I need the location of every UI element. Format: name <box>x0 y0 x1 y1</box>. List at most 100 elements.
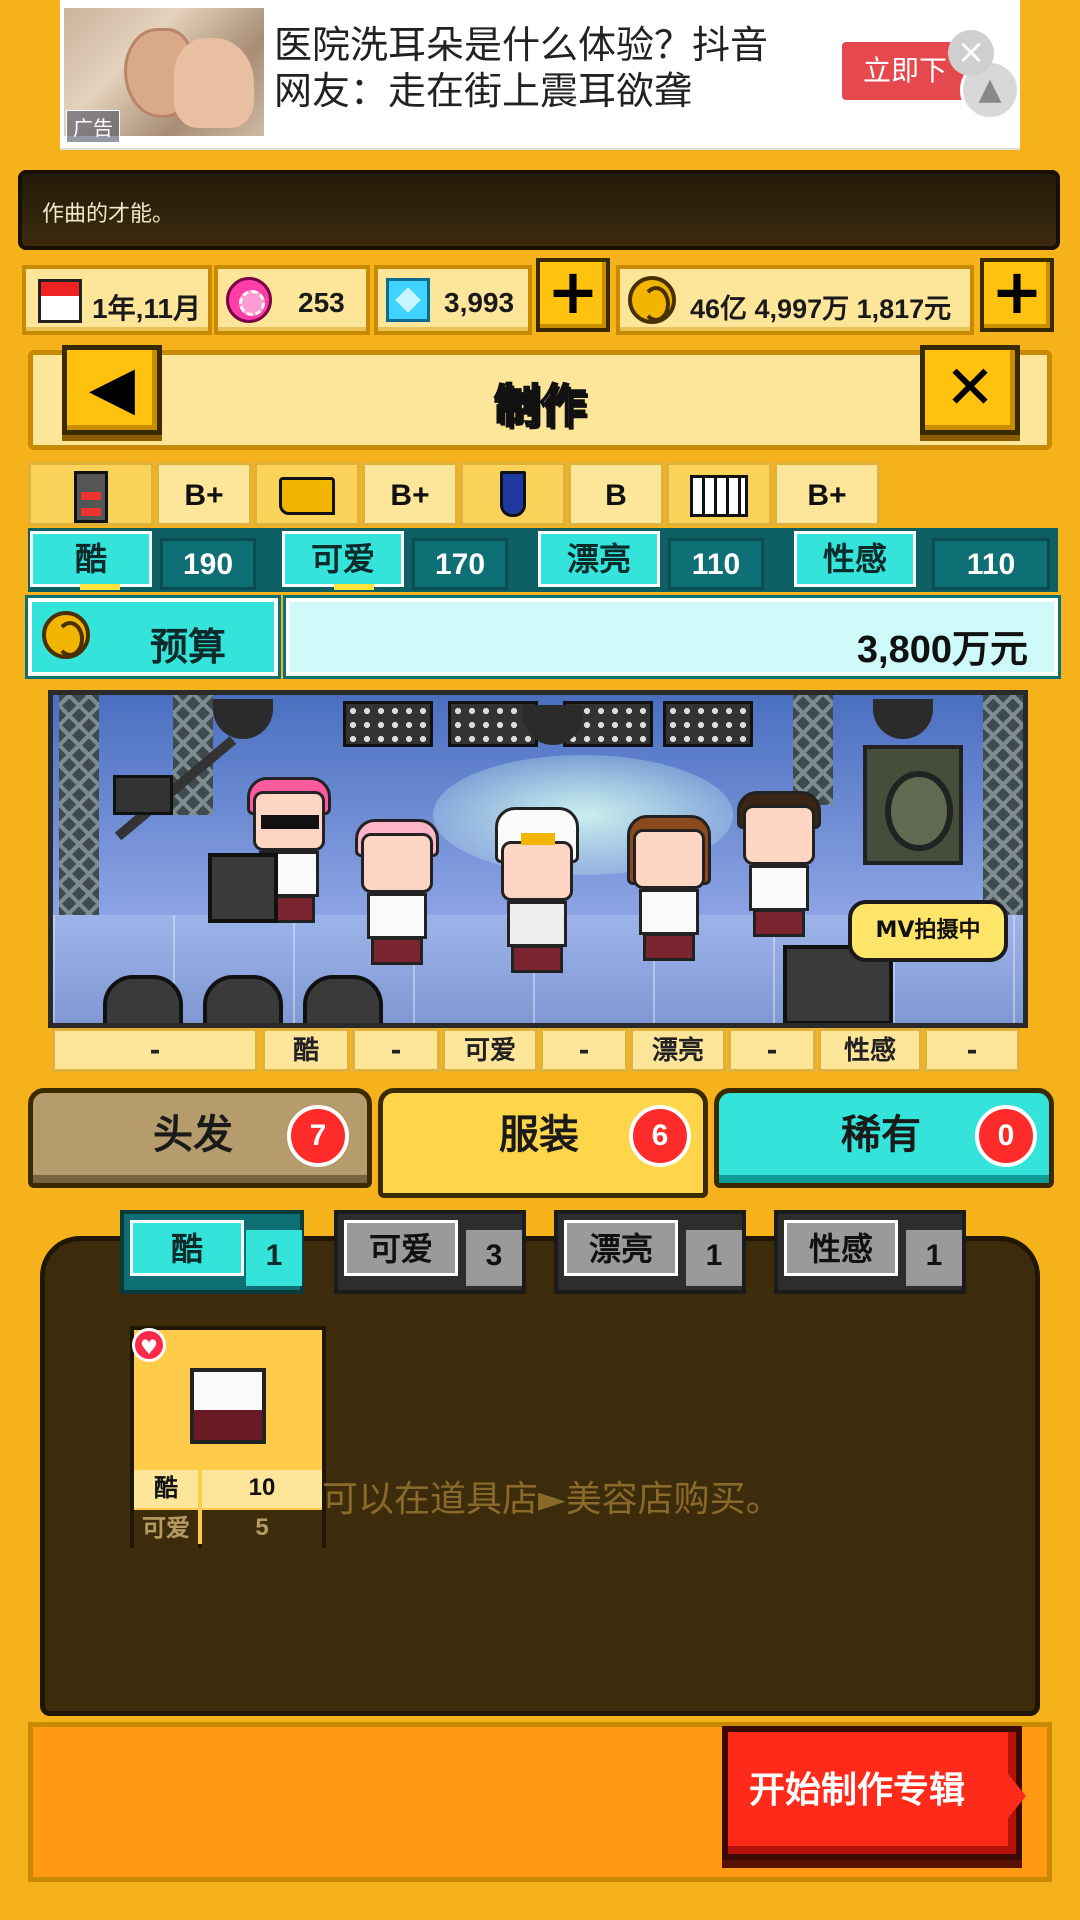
subtab-pretty-count: 1 <box>686 1230 742 1286</box>
item-stat-value: 10 <box>202 1470 322 1508</box>
item-stat-value: 5 <box>202 1510 322 1548</box>
progress-cell: 酷 <box>262 1028 350 1072</box>
progress-cell: 性感 <box>818 1028 922 1072</box>
attr-label-sexy: 性感 <box>794 531 916 587</box>
grade-lyrics: B <box>568 462 664 526</box>
mv-status-bubble: MV拍摄中 <box>848 900 1008 962</box>
tab-rare[interactable]: 稀有 0 <box>714 1088 1054 1188</box>
subtab-pretty-label: 漂亮 <box>564 1220 678 1276</box>
progress-row: - 酷 - 可爱 - 漂亮 - 性感 - <box>52 1028 1024 1074</box>
tab-outfit-badge: 6 <box>629 1105 691 1167</box>
money-display: 46亿 4,997万 1,817元 <box>616 265 974 335</box>
add-money-button[interactable]: + <box>980 258 1054 332</box>
item-stat-cool: 酷 10 <box>134 1470 322 1508</box>
coin-icon <box>42 611 90 659</box>
tab-outfit-label: 服装 <box>499 1112 579 1158</box>
message-bar: 作曲的才能。 <box>18 170 1060 250</box>
attr-value-sexy: 110 <box>932 538 1050 590</box>
item-stat-cute: 可爱 5 <box>134 1510 322 1548</box>
progress-cell: 漂亮 <box>630 1028 726 1072</box>
item-stat-label: 可爱 <box>134 1510 198 1548</box>
microphone-icon <box>28 462 154 526</box>
light-panel <box>343 701 433 747</box>
subtab-sexy-label: 性感 <box>784 1220 898 1276</box>
gem-value: 253 <box>298 287 345 318</box>
ad-headline[interactable]: 医院洗耳朵是什么体验？抖音网友：走在街上震耳欲聋 <box>274 22 774 114</box>
diamond-icon <box>386 278 430 322</box>
tab-hair-badge: 7 <box>287 1105 349 1167</box>
pencil-icon <box>460 462 566 526</box>
purchase-hint: 可以在道具店►美容店购买。 <box>322 1479 782 1520</box>
budget-row: 预算 3,800万元 <box>28 598 1058 678</box>
gem-icon <box>226 277 272 323</box>
item-card[interactable]: ♥ 酷 10 可爱 5 <box>130 1326 326 1548</box>
gem-display: 253 <box>214 265 370 335</box>
tab-rare-badge: 0 <box>975 1105 1037 1167</box>
subtab-cute[interactable]: 可爱 3 <box>334 1210 526 1294</box>
attr-value-pretty: 110 <box>668 538 764 590</box>
add-diamonds-button[interactable]: + <box>536 258 610 332</box>
speaker <box>863 745 963 865</box>
subtab-cool-count: 1 <box>246 1230 302 1286</box>
attr-value-cute: 170 <box>412 538 508 590</box>
ad-close-icon[interactable]: × <box>948 30 994 76</box>
progress-cell: - <box>728 1028 816 1072</box>
date-value: 1年,11月 <box>92 293 201 324</box>
attr-value-cool: 190 <box>160 538 256 590</box>
ad-banner[interactable]: 广告 医院洗耳朵是什么体验？抖音网友：走在街上震耳欲聋 立即下 ▲ × <box>60 0 1020 150</box>
budget-label: 预算 <box>150 625 227 669</box>
progress-cell: - <box>352 1028 440 1072</box>
tab-hair[interactable]: 头发 7 <box>28 1088 372 1188</box>
start-album-button[interactable]: 开始制作专辑 <box>722 1726 1022 1860</box>
message-text: 作曲的才能。 <box>42 202 175 227</box>
stage-light <box>203 975 283 1023</box>
piano-icon <box>666 462 772 526</box>
subtab-sexy-count: 1 <box>906 1230 962 1286</box>
grade-row: B+ B+ B B+ <box>28 462 1058 526</box>
diamond-value: 3,993 <box>444 287 515 318</box>
progress-cell: - <box>52 1028 258 1072</box>
tab-rare-label: 稀有 <box>841 1112 921 1158</box>
tab-outfit[interactable]: 服装 6 <box>378 1088 708 1198</box>
attr-label-pretty: 漂亮 <box>538 531 660 587</box>
tab-hair-label: 头发 <box>153 1112 233 1158</box>
outfit-thumbnail <box>190 1368 266 1444</box>
progress-cell: 可爱 <box>442 1028 538 1072</box>
truss-right-2 <box>793 695 833 805</box>
page-title: 制作 <box>493 378 587 434</box>
cute-indicator <box>334 584 374 590</box>
light-panel <box>663 701 753 747</box>
camera <box>113 775 173 815</box>
subtab-cool-label: 酷 <box>130 1220 244 1276</box>
progress-cell: - <box>924 1028 1020 1072</box>
subtab-cool[interactable]: 酷 1 <box>120 1210 304 1294</box>
date-display: 1年,11月 <box>22 265 212 335</box>
boot-icon <box>254 462 360 526</box>
hand-graphic <box>174 38 254 128</box>
heart-icon: ♥ <box>132 1328 166 1362</box>
subtab-cute-label: 可爱 <box>344 1220 458 1276</box>
attr-label-cute: 可爱 <box>282 531 404 587</box>
ad-label: 广告 <box>66 110 120 143</box>
subtab-pretty[interactable]: 漂亮 1 <box>554 1210 746 1294</box>
progress-cell: - <box>540 1028 628 1072</box>
budget-label-box: 预算 <box>28 598 278 676</box>
item-stat-label: 酷 <box>134 1470 198 1508</box>
stage-light <box>303 975 383 1023</box>
subtab-sexy[interactable]: 性感 1 <box>774 1210 966 1294</box>
calendar-icon <box>38 279 82 323</box>
stage-light <box>103 975 183 1023</box>
cool-indicator <box>80 584 120 590</box>
arrow-right-icon <box>990 1752 1026 1840</box>
money-value: 46亿 4,997万 1,817元 <box>690 294 952 324</box>
amplifier <box>208 853 278 923</box>
grade-composition: B+ <box>774 462 880 526</box>
coin-icon <box>628 276 676 324</box>
grade-dance: B+ <box>362 462 458 526</box>
close-button[interactable]: ✕ <box>920 345 1020 435</box>
diamond-display: 3,993 <box>374 265 532 335</box>
subtab-cute-count: 3 <box>466 1230 522 1286</box>
stage-scene <box>48 690 1028 1028</box>
budget-value-box: 3,800万元 <box>286 598 1058 676</box>
grade-vocal: B+ <box>156 462 252 526</box>
